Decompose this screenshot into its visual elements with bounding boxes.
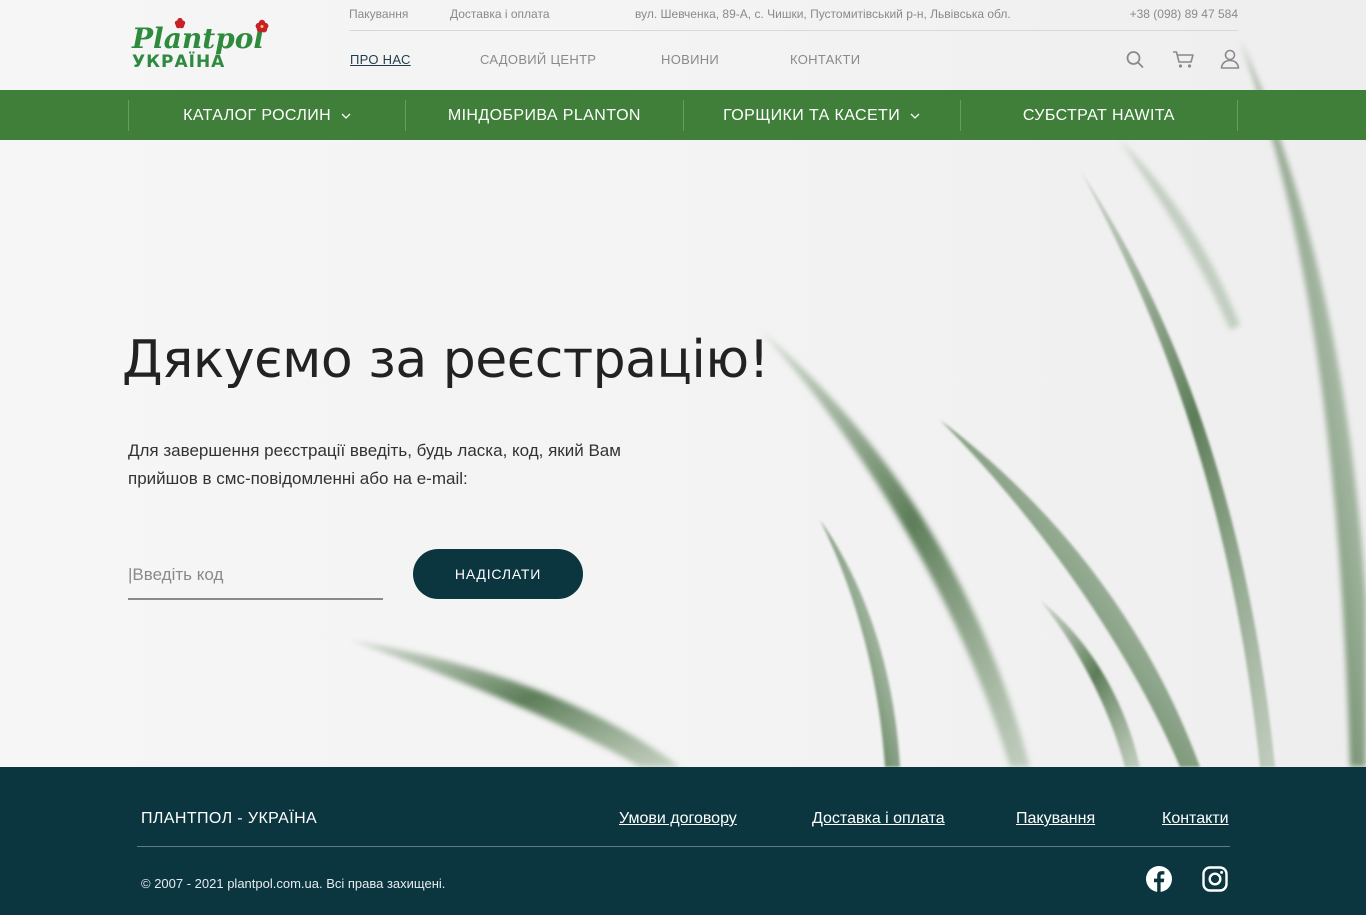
- catalog-nav-bar: КАТАЛОГ РОСЛИН МІНДОБРИВА PLANTON ГОРЩИК…: [0, 90, 1366, 140]
- catalog-nav-plants-label: КАТАЛОГ РОСЛИН: [183, 106, 332, 124]
- facebook-icon[interactable]: [1145, 865, 1173, 893]
- chevron-down-icon: [341, 113, 351, 119]
- nav-item-about[interactable]: ПРО НАС: [350, 52, 411, 67]
- nav-item-news[interactable]: НОВИНИ: [661, 52, 719, 67]
- instruction-text: Для завершення реєстрації введіть, будь …: [128, 441, 621, 488]
- page-title: Дякуємо за реєстрацію!: [122, 330, 770, 390]
- topbar-address: вул. Шевченка, 89-А, с. Чишки, Пустомиті…: [635, 7, 1011, 21]
- svg-text:Plantpol: Plantpol: [131, 22, 264, 55]
- chevron-down-icon: [910, 113, 920, 119]
- plantpol-logo[interactable]: Plantpol УКРАЇНА: [130, 18, 286, 70]
- svg-text:УКРАЇНА: УКРАЇНА: [132, 50, 225, 70]
- footer-link-packaging[interactable]: Пакування: [1016, 810, 1095, 828]
- nav-item-contacts[interactable]: КОНТАКТИ: [790, 52, 860, 67]
- copyright-text: © 2007 - 2021 plantpol.com.ua. Всі права…: [141, 876, 446, 891]
- topbar-phone[interactable]: +38 (098) 89 47 584: [1130, 7, 1238, 21]
- footer-title: ПЛАНТПОЛ - УКРАЇНА: [141, 810, 318, 827]
- footer-link-delivery[interactable]: Доставка і оплата: [812, 810, 945, 828]
- catalog-nav-substrate-label: СУБСТРАТ HAWITA: [1022, 106, 1175, 124]
- catalog-nav-fertilizers[interactable]: МІНДОБРИВА PLANTON: [405, 100, 682, 131]
- user-icon[interactable]: [1220, 48, 1240, 70]
- catalog-nav-pots[interactable]: ГОРЩИКИ ТА КАСЕТИ: [682, 100, 960, 131]
- cart-icon[interactable]: [1172, 48, 1196, 70]
- topbar-link-delivery[interactable]: Доставка і оплата: [450, 7, 550, 21]
- nav-item-garden-center[interactable]: САДОВИЙ ЦЕНТР: [480, 52, 596, 67]
- topbar-link-packaging[interactable]: Пакування: [349, 7, 408, 21]
- search-icon[interactable]: [1125, 48, 1145, 70]
- footer-link-terms[interactable]: Умови договору: [619, 810, 737, 828]
- instagram-icon[interactable]: [1201, 865, 1229, 893]
- catalog-nav-substrate[interactable]: СУБСТРАТ HAWITA: [959, 100, 1238, 131]
- top-info-bar: Пакування Доставка і оплата вул. Шевченк…: [349, 0, 1238, 31]
- catalog-nav-plants[interactable]: КАТАЛОГ РОСЛИН: [128, 100, 405, 131]
- footer-link-contacts[interactable]: Контакти: [1162, 810, 1229, 828]
- footer-divider: [137, 846, 1230, 847]
- site-header: Plantpol УКРАЇНА Пакування Доставка і оп…: [0, 0, 1366, 90]
- catalog-nav-fertilizers-label: МІНДОБРИВА PLANTON: [447, 106, 641, 124]
- registration-confirmation: Дякуємо за реєстрацію! Для завершення ре…: [0, 140, 1366, 767]
- submit-button[interactable]: НАДІСЛАТИ: [413, 549, 583, 599]
- catalog-nav-pots-label: ГОРЩИКИ ТА КАСЕТИ: [723, 106, 901, 124]
- verification-code-input[interactable]: [128, 558, 383, 600]
- site-footer: ПЛАНТПОЛ - УКРАЇНА Умови договору Достав…: [0, 767, 1366, 915]
